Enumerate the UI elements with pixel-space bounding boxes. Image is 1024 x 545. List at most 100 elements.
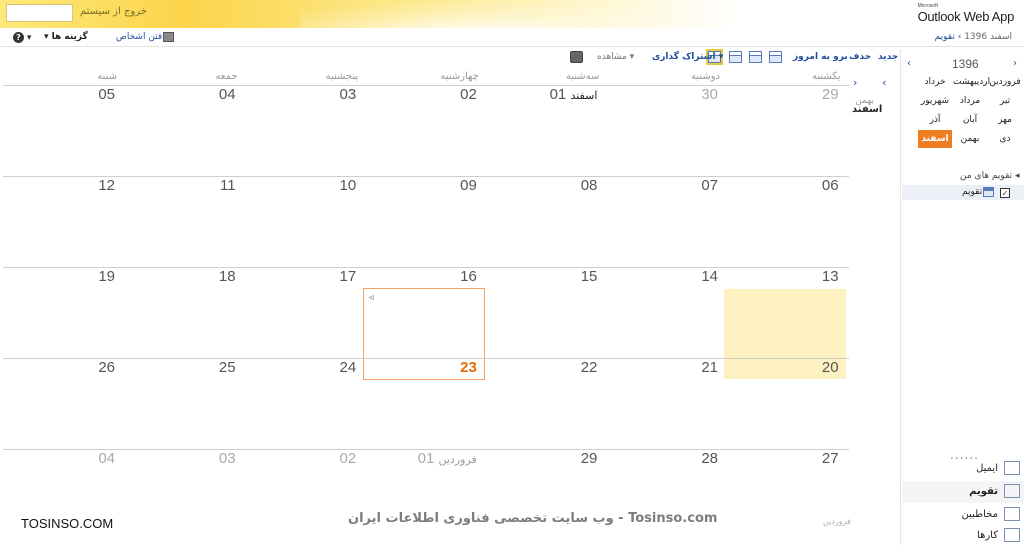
weekday-header: سه‌شنبه	[565, 71, 600, 82]
day-cell[interactable]: 11	[126, 177, 236, 194]
help-button[interactable]: ? ▾	[13, 32, 31, 43]
year-prev-icon[interactable]: ‹	[907, 58, 911, 69]
day-cell[interactable]: 12	[5, 177, 115, 194]
day-number: 01	[549, 86, 567, 103]
month-picker-item[interactable]: شهریور	[918, 92, 952, 110]
month-picker-item[interactable]: دی	[988, 130, 1022, 148]
month-picker-item[interactable]: فروردین	[988, 73, 1022, 91]
chevron-right-icon: ›	[954, 32, 962, 42]
day-number: 28	[701, 450, 718, 467]
nav-item[interactable]: کارها	[902, 525, 1024, 545]
day-number: 06	[821, 177, 839, 194]
mail-icon	[1004, 461, 1020, 475]
watermark-logo: TOSINSO.COM	[21, 516, 114, 531]
print-icon[interactable]	[570, 51, 583, 63]
month-picker-item[interactable]: تیر	[988, 92, 1022, 110]
address-book-icon[interactable]	[163, 32, 174, 42]
footer-month: فروردین	[823, 517, 851, 526]
next-month-icon[interactable]: ›	[853, 76, 857, 89]
year-next-icon[interactable]: ›	[1013, 58, 1017, 69]
day-cell[interactable]: 26	[5, 359, 115, 376]
day-number: 10	[339, 177, 357, 194]
day-cell[interactable]: 06	[729, 177, 839, 194]
day-number: 30	[701, 86, 718, 103]
day-cell[interactable]: 05	[5, 86, 115, 103]
day-number: 08	[580, 177, 598, 194]
day-cell[interactable]: 25	[126, 359, 236, 376]
breadcrumb-root[interactable]: تقویم	[935, 32, 955, 42]
top-bar: ? ▾ ▾ گزینه ها یافتن اشخاص اسفند 1396 › …	[0, 29, 1024, 47]
nav-item[interactable]: ایمیل	[902, 458, 1024, 480]
day-cell[interactable]: 27	[729, 450, 839, 467]
day-number: 02	[460, 86, 477, 103]
options-menu[interactable]: ▾ گزینه ها	[44, 32, 88, 42]
month-picker-item[interactable]: مرداد	[953, 92, 987, 110]
day-cell[interactable]: 09	[367, 177, 477, 194]
day-cell[interactable]: 03	[246, 86, 357, 103]
day-cell[interactable]: 13	[729, 268, 839, 285]
search-input[interactable]	[6, 4, 73, 22]
share-button[interactable]: اشتراک گذاری ▾	[652, 52, 723, 62]
day-cell[interactable]: 16	[367, 268, 477, 285]
day-cell[interactable]: 04	[126, 86, 236, 103]
watermark-text: وب سایت تخصصی فناوری اطلاعات ایران - Tos…	[348, 511, 718, 526]
month-picker-item[interactable]: مهر	[988, 111, 1022, 129]
day-cell[interactable]: 18	[126, 268, 236, 285]
year-label: 1396	[952, 57, 979, 71]
today-button[interactable]: برو به امروز	[793, 52, 848, 62]
day-view-icon[interactable]	[769, 51, 782, 63]
calendar-toolbar: جدید ▾ حذف برو به امروز اشتراک گذاری ▾ م…	[0, 49, 906, 67]
day-cell[interactable]: 02	[246, 450, 357, 467]
month-picker-item[interactable]: اسفند	[918, 130, 952, 148]
prev-month-icon[interactable]: ‹	[882, 76, 886, 89]
find-people-link[interactable]: یافتن اشخاص	[116, 32, 167, 42]
share-label: اشتراک گذاری	[652, 52, 716, 62]
month-picker-item[interactable]: آذر	[918, 111, 952, 129]
day-cell[interactable]: 07	[608, 177, 718, 194]
day-cell[interactable]: 08	[487, 177, 598, 194]
day-number: 24	[339, 359, 357, 376]
month-picker-item[interactable]: خرداد	[918, 73, 952, 91]
day-cell[interactable]: 29	[487, 450, 598, 467]
day-cell[interactable]: 14	[608, 268, 718, 285]
breadcrumb: اسفند 1396 › تقویم	[935, 32, 1012, 42]
day-cell[interactable]: 24	[246, 359, 357, 376]
nav-item[interactable]: مخاطبین	[902, 504, 1024, 526]
day-cell[interactable]: 21	[608, 359, 718, 376]
day-number: 26	[98, 359, 115, 376]
day-cell[interactable]: 04	[5, 450, 115, 467]
day-cell[interactable]: 10	[246, 177, 357, 194]
view-button[interactable]: مشاهده ▾	[597, 52, 634, 62]
owa-logo: Microsoft Outlook Web App	[918, 3, 1015, 24]
day-cell[interactable]: فروردین 01	[367, 450, 477, 467]
day-cell[interactable]: 20	[729, 359, 839, 376]
calendar-item-label: تقویم	[962, 187, 983, 197]
month-start-label: فروردین	[438, 454, 477, 466]
day-cell[interactable]: 30	[608, 86, 718, 103]
day-cell[interactable]: 28	[608, 450, 718, 467]
month-calendar: یکشنبه دوشنبه سه‌شنبه چهارشنبه پنجشنبه جمعه شن…	[3, 71, 849, 521]
month-picker-item[interactable]: آبان	[953, 111, 987, 129]
calendar-checkbox[interactable]: ✓	[1000, 188, 1010, 198]
day-cell[interactable]: 15	[487, 268, 598, 285]
day-cell[interactable]: 23	[367, 359, 477, 376]
day-cell[interactable]: 19	[5, 268, 115, 285]
day-cell[interactable]: 22	[487, 359, 598, 376]
month-picker-item[interactable]: بهمن	[953, 130, 987, 148]
workweek-view-icon[interactable]	[749, 51, 762, 63]
day-number: 14	[701, 268, 718, 285]
my-calendars-header[interactable]: تقویم های من ◂	[960, 171, 1020, 181]
day-number: 02	[339, 450, 357, 467]
day-number: 21	[701, 359, 718, 376]
day-cell[interactable]: 02	[367, 86, 477, 103]
nav-item[interactable]: تقویم	[902, 481, 1024, 503]
day-number: 07	[701, 177, 718, 194]
day-cell[interactable]: اسفند 01	[487, 86, 598, 103]
signout-link[interactable]: خروج از سیستم	[80, 6, 147, 17]
delete-button[interactable]: حذف	[849, 52, 871, 62]
day-cell[interactable]: 17	[246, 268, 357, 285]
day-cell[interactable]: 03	[126, 450, 236, 467]
week-view-icon[interactable]	[729, 51, 742, 63]
day-cell[interactable]: 29	[729, 86, 839, 103]
month-picker-item[interactable]: اردیبهشت	[953, 73, 990, 91]
